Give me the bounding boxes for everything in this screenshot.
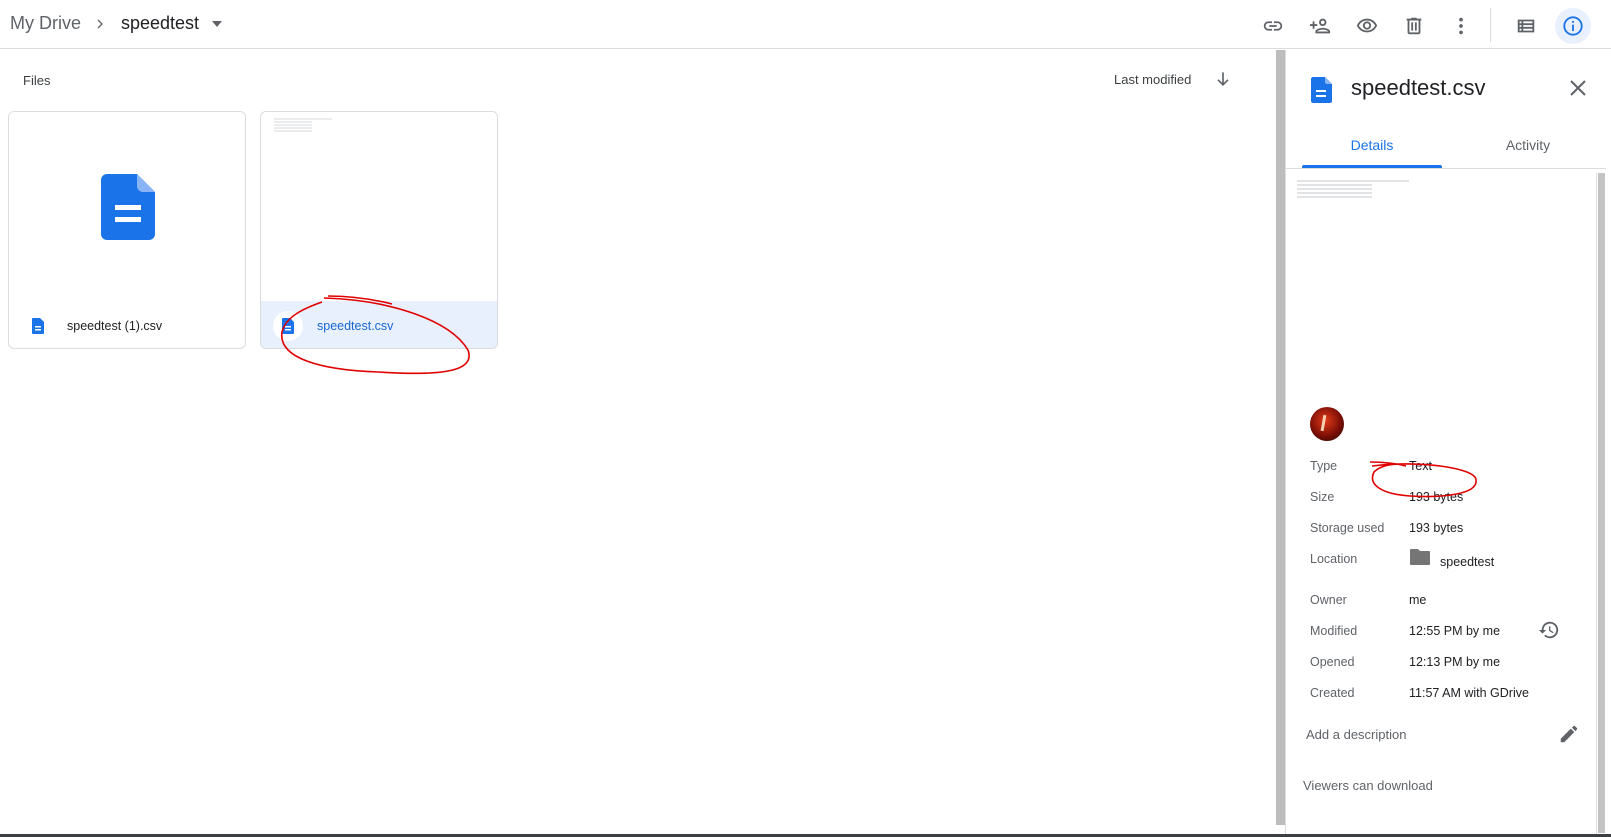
detail-label: Size: [1310, 490, 1335, 504]
detail-value: 11:57 AM with GDrive: [1409, 686, 1529, 700]
preview-button[interactable]: [1349, 8, 1385, 44]
top-bar: My Drive speedtest: [0, 0, 1611, 49]
link-icon: [1263, 21, 1283, 31]
csv-preview-lines: [1286, 175, 1417, 206]
detail-label: Owner: [1310, 593, 1347, 607]
doc-file-icon: [1311, 77, 1332, 103]
file-preview: [1286, 172, 1596, 372]
eye-icon: [1356, 18, 1378, 33]
files-section-label: Files: [23, 73, 51, 88]
detail-value: 193 bytes: [1409, 490, 1464, 504]
owner-avatar[interactable]: [1310, 407, 1344, 441]
detail-label: Created: [1310, 686, 1355, 700]
detail-value: 12:13 PM by me: [1409, 655, 1501, 669]
chevron-right-icon: [97, 19, 103, 29]
avatar-figure: [1320, 414, 1327, 432]
file-name: speedtest (1).csv: [67, 318, 163, 333]
csv-preview-lines: [263, 114, 334, 137]
detail-value: 12:55 PM by me: [1409, 624, 1501, 638]
location-link[interactable]: speedtest: [1440, 555, 1494, 569]
person-add-icon: [1309, 18, 1331, 34]
main-scrollbar[interactable]: [1276, 50, 1285, 825]
file-thumbnail: [9, 112, 245, 301]
detail-label: Modified: [1310, 624, 1358, 638]
more-vert-icon: [1459, 17, 1463, 35]
details-scrollbar[interactable]: [1596, 173, 1606, 837]
caret-down-icon[interactable]: [210, 18, 224, 30]
file-thumbnail: [261, 112, 497, 301]
list-layout-button[interactable]: [1508, 8, 1544, 44]
trash-icon: [1406, 17, 1422, 35]
get-link-button[interactable]: [1255, 8, 1291, 44]
detail-value: me: [1409, 593, 1427, 607]
more-actions-button[interactable]: [1443, 8, 1479, 44]
breadcrumb-current-folder[interactable]: speedtest: [121, 13, 199, 34]
file-card-footer: speedtest.csv: [261, 301, 497, 348]
file-card-speedtest[interactable]: speedtest.csv: [260, 111, 498, 349]
document-icon: [101, 174, 155, 240]
file-card-footer: speedtest (1).csv: [9, 301, 245, 348]
scrollbar-thumb[interactable]: [1598, 173, 1605, 833]
doc-file-icon: [32, 317, 44, 334]
pencil-icon[interactable]: [1558, 723, 1580, 745]
viewers-can-download-text: Viewers can download: [1303, 778, 1433, 793]
file-icon-badge: [273, 310, 303, 341]
detail-label: Storage used: [1310, 521, 1385, 535]
description-field[interactable]: Add a description: [1306, 727, 1406, 742]
view-details-button[interactable]: [1555, 8, 1591, 44]
share-button[interactable]: [1302, 8, 1338, 44]
history-icon[interactable]: [1538, 619, 1560, 641]
details-panel: speedtest.csv Details Activity Type Text…: [1285, 50, 1611, 837]
tabs-divider: [1286, 168, 1606, 169]
detail-value: Text: [1409, 459, 1432, 473]
details-title: speedtest.csv: [1351, 75, 1486, 100]
breadcrumb-my-drive[interactable]: My Drive: [10, 13, 81, 34]
folder-icon: [1410, 549, 1430, 565]
detail-value: 193 bytes: [1409, 521, 1464, 535]
doc-file-icon: [282, 317, 294, 334]
list-view-icon: [1517, 19, 1535, 33]
detail-label: Opened: [1310, 655, 1355, 669]
detail-label: Type: [1310, 459, 1338, 473]
remove-button[interactable]: [1396, 8, 1432, 44]
info-icon: [1563, 16, 1583, 36]
file-card-speedtest-1[interactable]: speedtest (1).csv: [8, 111, 246, 349]
file-name: speedtest.csv: [317, 318, 394, 333]
toolbar-divider: [1490, 8, 1491, 42]
detail-label: Location: [1310, 552, 1358, 566]
close-details-button[interactable]: [1564, 74, 1592, 102]
tab-activity[interactable]: Activity: [1458, 137, 1598, 169]
arrow-down-icon[interactable]: [1213, 69, 1233, 89]
close-icon: [1570, 80, 1586, 96]
sort-by-button[interactable]: Last modified: [1114, 72, 1191, 87]
